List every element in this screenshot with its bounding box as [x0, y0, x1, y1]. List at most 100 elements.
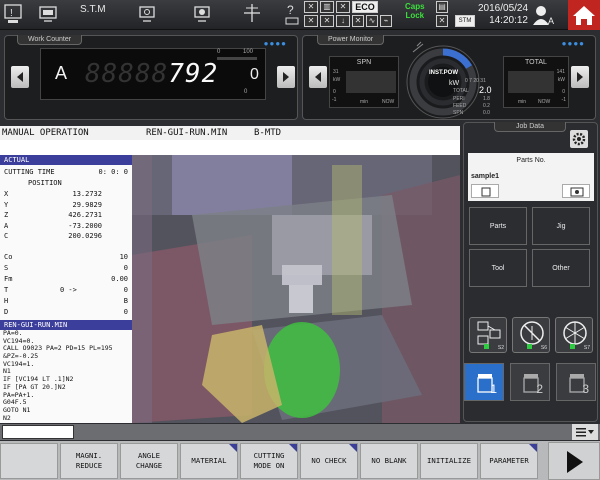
- list-icon: [481, 187, 491, 197]
- softkey-5[interactable]: CUTTING MODE ON: [240, 443, 298, 479]
- jig-button[interactable]: Jig: [532, 207, 590, 245]
- axis-row-a: A -73.2000: [4, 221, 102, 230]
- info-icon[interactable]: [38, 4, 58, 24]
- power-prev-button[interactable]: [309, 66, 327, 88]
- panel-menu-dots[interactable]: ●●●●: [562, 39, 585, 48]
- gear-icon: [572, 132, 586, 146]
- status-lamp-9: ⌁: [380, 15, 392, 27]
- tool-button[interactable]: Tool: [469, 249, 527, 287]
- triangle-left-icon: [315, 72, 321, 82]
- page-1-button[interactable]: 1: [464, 363, 504, 401]
- softkey-8[interactable]: INITIALIZE: [420, 443, 478, 479]
- work-counter-title: Work Counter: [17, 35, 83, 45]
- peri-label: PERI: [453, 96, 465, 102]
- counter-ghost-digits: 88888: [85, 59, 169, 89]
- command-input[interactable]: [2, 425, 74, 439]
- axis-icon[interactable]: [242, 2, 262, 26]
- gauge-ticks: 0 7 20 31: [465, 78, 486, 84]
- screen-title-row: MANUAL OPERATION REN-GUI-RUN.MIN B-MTD: [0, 126, 460, 140]
- axis-row-z: Z 426.2731: [4, 211, 102, 219]
- user-icon[interactable]: A: [532, 4, 556, 26]
- title-spacer: [0, 140, 460, 155]
- power-next-button[interactable]: [571, 66, 589, 88]
- spn-gauge: SPN 31 kW 0 -1 min NOW: [329, 56, 399, 108]
- machine-3d-view[interactable]: [132, 155, 460, 423]
- total-gauge: TOTAL 141 kW 0 -1 min NOW: [503, 56, 569, 108]
- work-counter-prev-button[interactable]: [11, 66, 29, 88]
- status-lamp-2: ▥: [320, 1, 334, 13]
- date: 2016/05/24: [478, 3, 529, 14]
- counter-progress-bar: [217, 57, 257, 60]
- counter-value: 792: [168, 59, 219, 89]
- work-counter-display: A 88888792 0 100 0: [40, 48, 266, 100]
- triangle-right-icon: [577, 72, 583, 82]
- stm-badge: STM: [455, 15, 475, 27]
- work-counter-next-button[interactable]: [277, 66, 295, 88]
- settings-button[interactable]: [570, 130, 588, 148]
- status-lamp-4: ✕: [304, 15, 318, 27]
- icon-label-s7: S7: [583, 345, 590, 351]
- total-now: NOW: [538, 99, 551, 105]
- axis-row-c: C 200.0296: [4, 232, 102, 240]
- parts-camera-button[interactable]: [562, 184, 590, 198]
- job-data-panel: Job Data Parts No. sample1 Parts Jig Too…: [463, 122, 598, 422]
- program-sub: B-MTD: [254, 128, 282, 138]
- menu-button[interactable]: [572, 424, 598, 440]
- softkey-1[interactable]: [0, 443, 58, 479]
- stm-label[interactable]: S.T.M: [80, 4, 106, 15]
- status-led: [527, 344, 532, 349]
- next-softkeys-button[interactable]: [548, 442, 600, 480]
- network-icon: [477, 321, 501, 345]
- counter-digits: 88888792: [85, 59, 218, 89]
- total-bar-area: [508, 71, 554, 93]
- softkey-2[interactable]: MAGNI. REDUCE: [60, 443, 118, 479]
- softkey-6[interactable]: NO CHECK: [300, 443, 358, 479]
- status-lamp-7: ✕: [352, 15, 364, 27]
- counter-bar-max: 100: [243, 49, 254, 55]
- spn-scale-top: 31: [333, 69, 339, 75]
- parts-list-button[interactable]: [471, 184, 499, 198]
- soft-key-bar: MAGNI. REDUCE ANGLE CHANGE MATERIAL CUTTING MO…: [0, 441, 600, 480]
- softkey-4[interactable]: MATERIAL: [180, 443, 238, 479]
- panel-menu-dots[interactable]: ●●●●: [264, 39, 287, 48]
- page-2-label: 2: [536, 382, 543, 396]
- datetime: 2016/05/24 14:20:12: [478, 3, 528, 27]
- counter-bar-bottom: 0: [244, 89, 248, 95]
- page-3-label: 3: [582, 382, 589, 396]
- program-line: VC194=1.: [3, 359, 35, 368]
- parts-button[interactable]: Parts: [469, 207, 527, 245]
- tool-icon[interactable]: [138, 4, 156, 24]
- help-icon[interactable]: ?: [285, 2, 299, 26]
- spn-bar-area: [346, 71, 396, 93]
- page-2-button[interactable]: 2: [510, 363, 550, 401]
- program-name: REN-GUI-RUN.MIN: [146, 128, 228, 138]
- time: 14:20:12: [489, 15, 528, 26]
- chuck-button[interactable]: S7: [555, 317, 593, 353]
- no-tool-button[interactable]: S6: [512, 317, 550, 353]
- softkey-3[interactable]: ANGLE CHANGE: [120, 443, 178, 479]
- triangle-right-icon: [283, 72, 289, 82]
- page-icon: [477, 374, 493, 393]
- spn-small-value: 0.0: [483, 110, 490, 116]
- status-led: [484, 344, 489, 349]
- program-icon[interactable]: [193, 4, 211, 24]
- chuck-icon: [563, 321, 587, 345]
- alarm-icon[interactable]: !: [4, 4, 22, 24]
- eco-badge[interactable]: ECO: [352, 1, 378, 13]
- spn-scale-zero: 0: [333, 89, 336, 95]
- total-min: min: [518, 99, 527, 105]
- other-button[interactable]: Other: [532, 249, 590, 287]
- status-lamp-6: ↓: [336, 15, 350, 27]
- total-kw: kW: [557, 77, 565, 83]
- home-button[interactable]: [568, 0, 600, 30]
- softkey-7[interactable]: NO BLANK: [360, 443, 418, 479]
- page-icon: [523, 374, 539, 393]
- program-listing: PA=0. VC194=0. CALL O9023 PA=2 PD=15 PL=19…: [0, 330, 132, 423]
- page-3-button[interactable]: 3: [556, 363, 596, 401]
- page-icon: [569, 374, 585, 393]
- softkey-9[interactable]: PARAMETER: [480, 443, 538, 479]
- parts-no-label: Parts No.: [516, 157, 546, 164]
- caps-lock-indicator: Caps Lock: [405, 2, 425, 20]
- network-button[interactable]: S2: [469, 317, 507, 353]
- spn-now: NOW: [382, 99, 395, 105]
